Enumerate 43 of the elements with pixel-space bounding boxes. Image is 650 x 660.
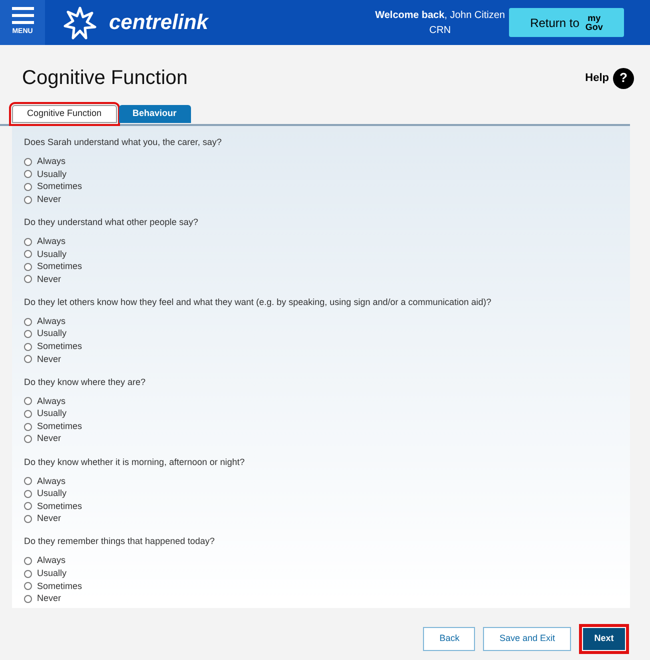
tab[interactable]: Cognitive Function: [12, 105, 117, 123]
tab[interactable]: Behaviour: [118, 105, 191, 123]
star-logo-icon: [63, 6, 97, 40]
welcome-text: Welcome back, John Citizen: [375, 8, 505, 22]
radio-option[interactable]: Always: [24, 554, 618, 568]
nav-button[interactable]: Back: [423, 627, 476, 651]
radio-option[interactable]: Never: [24, 353, 618, 366]
radio-option[interactable]: Always: [24, 315, 618, 328]
radio-option[interactable]: Never: [24, 512, 618, 526]
radio-option[interactable]: Usually: [24, 168, 618, 181]
logo-text: centrelink: [109, 10, 208, 36]
question-text: Do they understand what other people say?: [24, 216, 200, 229]
radio-option[interactable]: Never: [24, 273, 618, 286]
radio-option[interactable]: Sometimes: [24, 340, 618, 354]
radio-option[interactable]: Never: [24, 592, 618, 606]
question-text: Do they remember things that happened today?: [24, 535, 216, 548]
radio-option[interactable]: Sometimes: [24, 420, 618, 433]
question-text: Do they know whether it is morning, afternoon or night?: [24, 456, 246, 469]
menu-icon: [12, 7, 34, 26]
radio-option[interactable]: Usually: [24, 567, 618, 580]
radio-option[interactable]: Sometimes: [24, 260, 618, 274]
crn-label: CRN: [429, 24, 451, 38]
page-title: Cognitive Function: [22, 66, 188, 91]
radio-option[interactable]: Always: [24, 235, 618, 248]
radio-option[interactable]: Sometimes: [24, 580, 618, 593]
radio-option[interactable]: Sometimes: [24, 180, 618, 194]
radio-option[interactable]: Usually: [24, 328, 618, 340]
radio-option[interactable]: Usually: [24, 408, 618, 420]
help-link[interactable]: Help: [585, 70, 609, 86]
radio-option[interactable]: Never: [24, 432, 618, 446]
help-icon[interactable]: ?: [613, 68, 634, 88]
nav-button[interactable]: Save and Exit: [483, 627, 571, 651]
radio-option[interactable]: Always: [24, 156, 618, 168]
radio-option[interactable]: Sometimes: [24, 500, 618, 513]
radio-option[interactable]: Usually: [24, 248, 618, 261]
radio-option[interactable]: Always: [24, 395, 618, 408]
question-text: Does Sarah understand what you, the carer, say?: [24, 136, 223, 149]
radio-option[interactable]: Never: [24, 193, 618, 206]
radio-option[interactable]: Usually: [24, 488, 618, 500]
nav-button[interactable]: Next: [579, 624, 629, 654]
question-text: Do they let others know how they feel and what they want (e.g. by speaking, using sign and/or a communication aid)?: [24, 296, 492, 309]
radio-option[interactable]: Always: [24, 475, 618, 488]
question-text: Do they know where they are?: [24, 376, 147, 389]
